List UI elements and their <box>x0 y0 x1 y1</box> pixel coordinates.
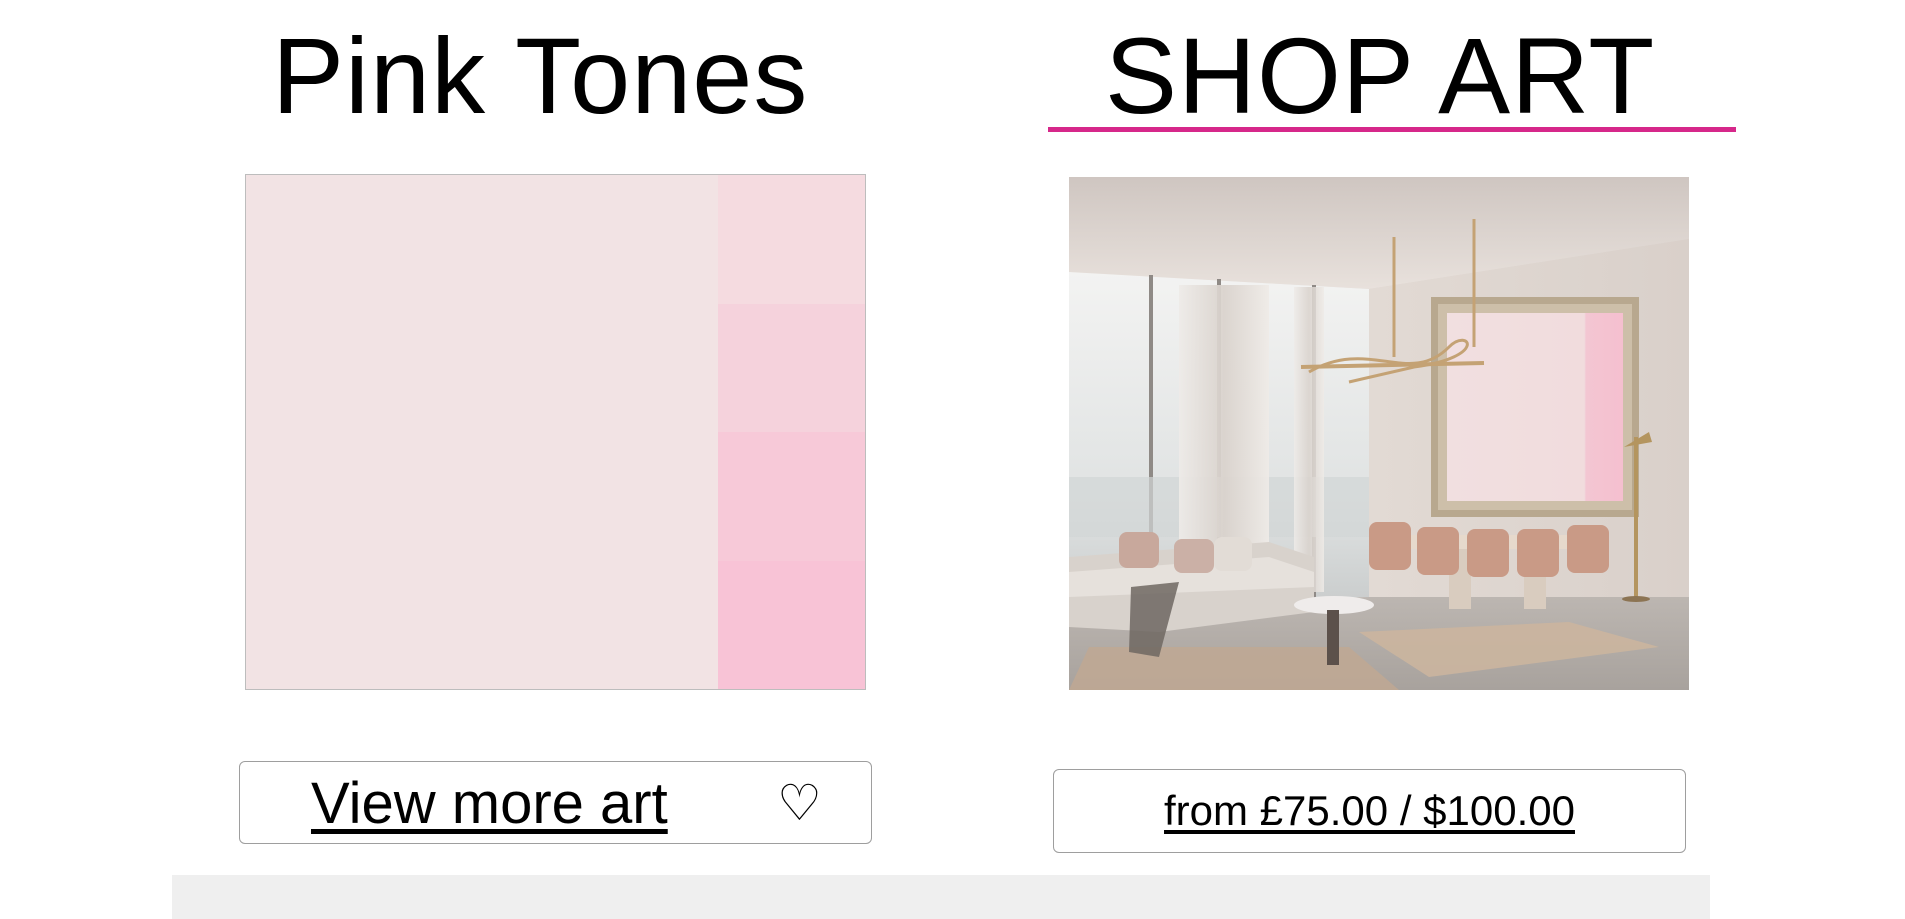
view-more-art-button[interactable]: View more art ♡ <box>239 761 872 844</box>
footer-band <box>172 875 1710 919</box>
shop-art-underline <box>1048 127 1736 132</box>
swatch-main-color <box>246 175 718 689</box>
page-title-pink-tones: Pink Tones <box>272 15 809 136</box>
shop-art-heading[interactable]: SHOP ART <box>1105 22 1655 130</box>
view-more-art-label[interactable]: View more art <box>311 772 668 836</box>
price-label[interactable]: from £75.00 / $100.00 <box>1054 787 1685 834</box>
swatch-band <box>718 175 865 304</box>
swatch-band <box>718 432 865 561</box>
heart-outline-icon[interactable]: ♡ <box>777 778 822 828</box>
room-preview-image[interactable] <box>1069 177 1689 690</box>
room-illustration <box>1069 177 1689 690</box>
page: Pink Tones SHOP ART View more art ♡ from… <box>0 0 1905 919</box>
color-swatch-preview[interactable] <box>245 174 866 690</box>
swatch-tone-strip <box>718 175 865 689</box>
swatch-band <box>718 303 865 432</box>
swatch-band <box>718 560 865 689</box>
price-button[interactable]: from £75.00 / $100.00 <box>1053 769 1686 853</box>
